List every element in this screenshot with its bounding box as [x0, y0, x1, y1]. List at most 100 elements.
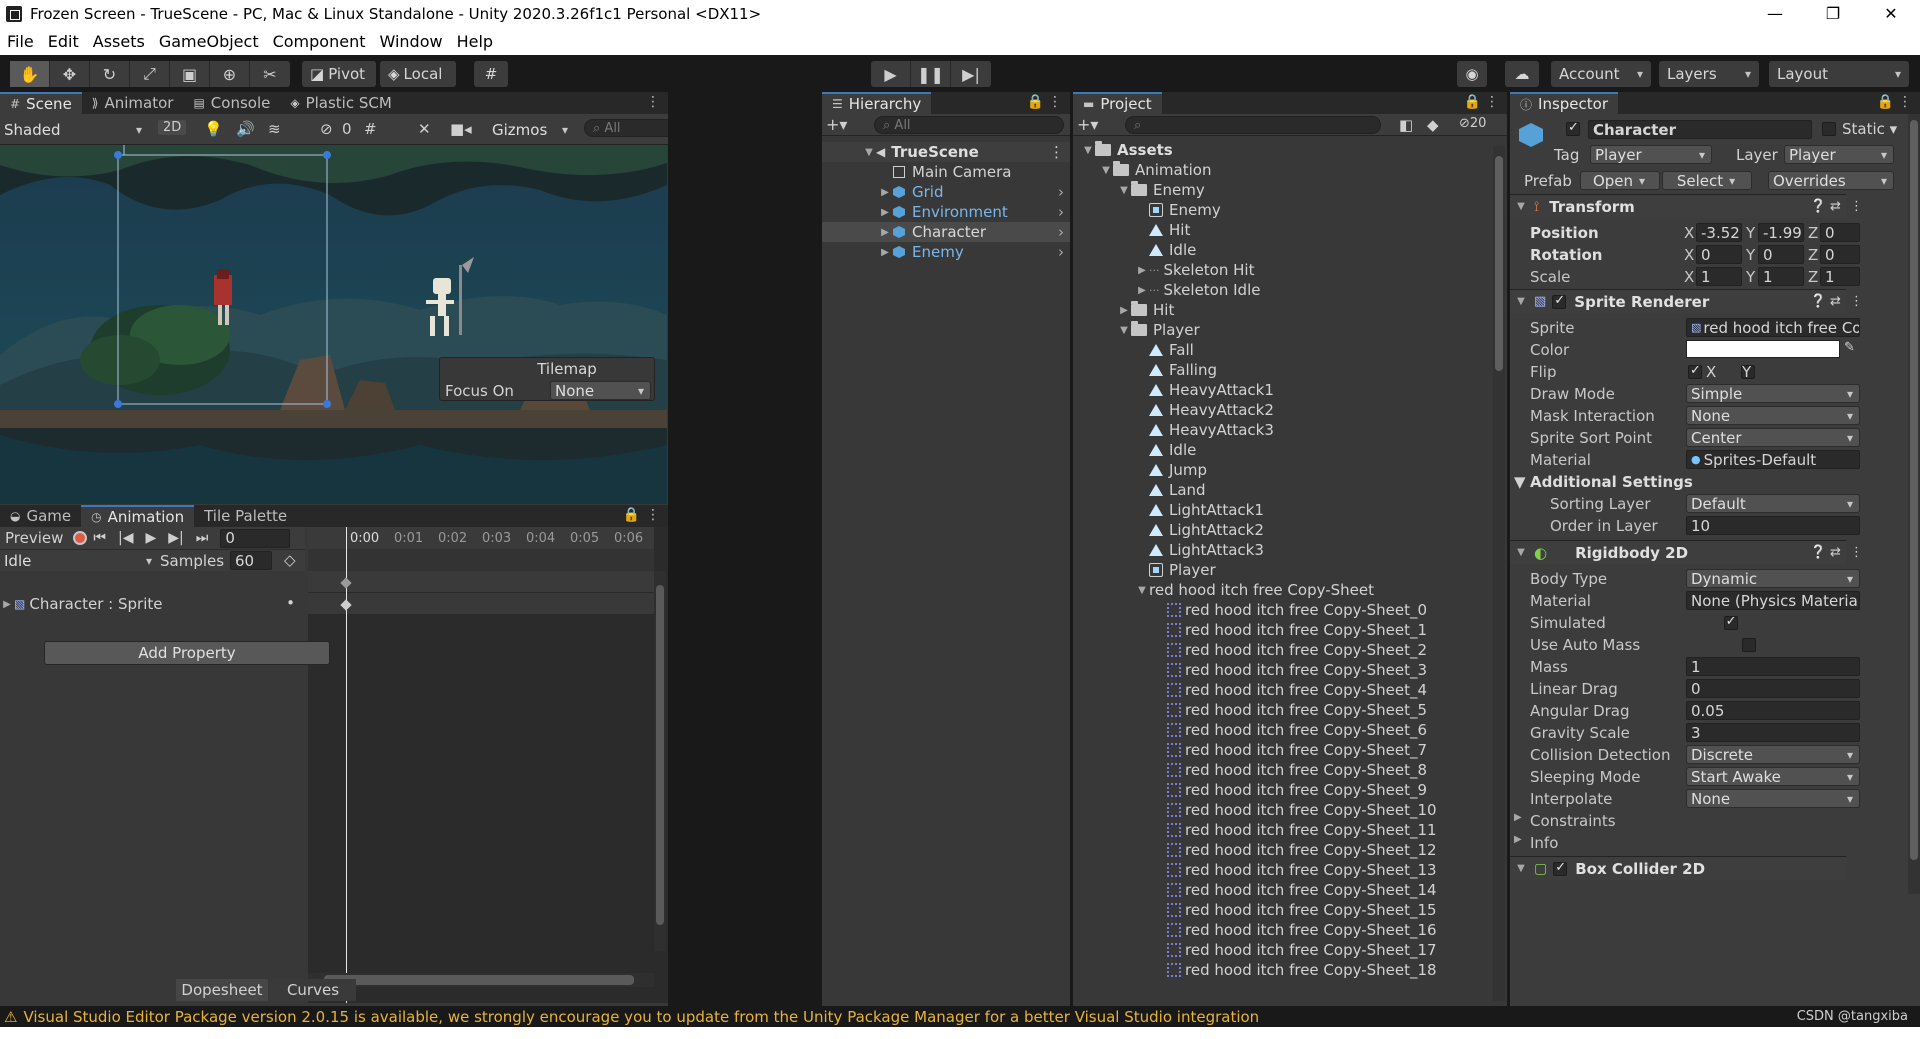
constraints-foldout[interactable]: Constraints	[1530, 812, 1616, 830]
remove-property-icon[interactable]: •	[286, 594, 295, 612]
project-item[interactable]: ▼ Player	[1073, 320, 1507, 340]
collapse-arrow-icon[interactable]: ▼	[1514, 473, 1526, 491]
scale-z-field[interactable]: 1	[1820, 267, 1860, 286]
project-item[interactable]: LightAttack1	[1073, 500, 1507, 520]
timeline-area[interactable]: 0:00 0:01 0:02 0:03 0:04 0:05 0:06	[308, 527, 668, 1003]
select-prefab-button[interactable]: Select	[1662, 171, 1752, 190]
project-item[interactable]: ▼ Animation	[1073, 160, 1507, 180]
project-item[interactable]: ▼ Enemy	[1073, 180, 1507, 200]
local-toggle[interactable]: ◈ Local	[380, 61, 456, 87]
expand-arrow-icon[interactable]: ▶	[878, 207, 892, 218]
lock-icon[interactable]: 🔒	[623, 507, 640, 523]
project-item[interactable]: ▶ Hit	[1073, 300, 1507, 320]
hierarchy-item-main-camera[interactable]: Main Camera	[822, 162, 1070, 182]
angular-drag-field[interactable]: 0.05	[1686, 701, 1860, 720]
timeline-vscroll[interactable]	[654, 571, 666, 951]
scale-y-field[interactable]: 1	[1758, 267, 1804, 286]
project-item[interactable]: LightAttack3	[1073, 540, 1507, 560]
menu-help[interactable]: Help	[457, 32, 493, 51]
camera-icon[interactable]: ■◂	[450, 120, 472, 138]
sorting-layer-dropdown[interactable]: Default	[1686, 494, 1860, 513]
cloud-button[interactable]: ☁	[1505, 61, 1539, 87]
mass-field[interactable]: 1	[1686, 657, 1860, 676]
scene-search-input[interactable]: ⌕ All	[584, 119, 668, 137]
project-vscroll[interactable]	[1493, 146, 1505, 1001]
mode-2d-toggle[interactable]: 2D	[158, 120, 187, 135]
project-item[interactable]: red hood itch free Copy-Sheet_1	[1073, 620, 1507, 640]
kebab-menu-icon[interactable]: ⋮	[1485, 94, 1499, 110]
minimize-button[interactable]: —	[1746, 0, 1804, 28]
add-property-button[interactable]: Add Property	[44, 641, 330, 665]
preview-toggle[interactable]: Preview	[5, 529, 63, 547]
position-x-field[interactable]: -3.52	[1696, 223, 1742, 242]
lock-icon[interactable]: 🔒	[1464, 94, 1481, 110]
add-keyframe-icon[interactable]: ◇	[284, 551, 296, 569]
curves-tab[interactable]: Curves	[270, 979, 356, 1001]
simulated-checkbox[interactable]	[1723, 614, 1738, 630]
preset-icon[interactable]: ⇄	[1830, 199, 1841, 214]
collapse-arrow-icon[interactable]: ▼	[1099, 165, 1113, 176]
focus-on-dropdown[interactable]: None	[550, 381, 651, 400]
project-item[interactable]: ▼ red hood itch free Copy-Sheet	[1073, 580, 1507, 600]
pivot-toggle[interactable]: ◪ Pivot	[302, 61, 376, 87]
project-item[interactable]: Land	[1073, 480, 1507, 500]
collab-button[interactable]: ◉	[1457, 61, 1487, 87]
play-button[interactable]: ▶	[871, 61, 911, 87]
menu-assets[interactable]: Assets	[93, 32, 145, 51]
open-prefab-button[interactable]: Open	[1580, 171, 1660, 190]
static-checkbox[interactable]	[1822, 122, 1836, 136]
gravity-scale-field[interactable]: 3	[1686, 723, 1860, 742]
scene-row[interactable]: ▼ ◀ TrueScene ⋮	[822, 142, 1070, 162]
open-prefab-chevron-icon[interactable]: ›	[1058, 223, 1064, 241]
collapse-arrow-icon[interactable]: ▼	[1117, 325, 1131, 336]
hierarchy-item-enemy[interactable]: ▶ Enemy ›	[822, 242, 1070, 262]
box-collider-enabled-checkbox[interactable]	[1553, 860, 1568, 876]
menu-gameobject[interactable]: GameObject	[159, 32, 259, 51]
help-icon[interactable]: ❔	[1810, 199, 1826, 214]
project-item[interactable]: red hood itch free Copy-Sheet_9	[1073, 780, 1507, 800]
position-z-field[interactable]: 0	[1820, 223, 1860, 242]
collapse-arrow-icon[interactable]: ▼	[1117, 185, 1131, 196]
playhead[interactable]	[346, 527, 347, 1003]
maximize-button[interactable]: ❐	[1804, 0, 1862, 28]
open-prefab-chevron-icon[interactable]: ›	[1058, 203, 1064, 221]
expand-arrow-icon[interactable]: ▶	[878, 247, 892, 258]
sprite-renderer-header[interactable]: ▼ ▧ Sprite Renderer ❔ ⇄ ⋮	[1510, 289, 1863, 313]
scene-menu-icon[interactable]: ⋮	[1049, 143, 1064, 161]
position-y-field[interactable]: -1.99	[1758, 223, 1804, 242]
move-tool-icon[interactable]: ✥	[50, 61, 90, 87]
next-frame-icon[interactable]: ▶|	[168, 530, 183, 546]
hierarchy-search-input[interactable]: ⌕ All	[874, 116, 1064, 134]
prev-frame-icon[interactable]: |◀	[118, 530, 133, 546]
material-field[interactable]: ● Sprites-Default	[1686, 450, 1860, 469]
info-foldout[interactable]: Info	[1530, 834, 1558, 852]
project-item[interactable]: red hood itch free Copy-Sheet_4	[1073, 680, 1507, 700]
overrides-dropdown[interactable]: Overrides	[1768, 171, 1894, 190]
project-item[interactable]: red hood itch free Copy-Sheet_2	[1073, 640, 1507, 660]
body-type-dropdown[interactable]: Dynamic	[1686, 569, 1860, 588]
lighting-icon[interactable]: 💡	[204, 120, 223, 138]
interpolate-dropdown[interactable]: None	[1686, 789, 1860, 808]
use-auto-mass-checkbox[interactable]	[1742, 638, 1757, 652]
project-item[interactable]: LightAttack2	[1073, 520, 1507, 540]
linear-drag-field[interactable]: 0	[1686, 679, 1860, 698]
transform-tool-icon[interactable]: ⊕	[210, 61, 250, 87]
open-prefab-chevron-icon[interactable]: ›	[1058, 243, 1064, 261]
help-icon[interactable]: ❔	[1810, 294, 1826, 309]
hidden-packages-toggle[interactable]: ⊘20	[1459, 116, 1486, 131]
first-frame-icon[interactable]: ⏮	[93, 530, 106, 546]
rb-material-field[interactable]: None (Physics Material 2D	[1686, 591, 1860, 610]
custom-tool-icon[interactable]: ✂	[250, 61, 290, 87]
menu-edit[interactable]: Edit	[48, 32, 79, 51]
preset-icon[interactable]: ⇄	[1830, 294, 1841, 309]
expand-arrow-icon[interactable]: ▶	[1135, 285, 1149, 296]
tab-game[interactable]: ◒ Game	[0, 505, 81, 527]
scale-x-field[interactable]: 1	[1696, 267, 1742, 286]
sprite-renderer-enabled-checkbox[interactable]	[1552, 293, 1567, 309]
project-item[interactable]: red hood itch free Copy-Sheet_0	[1073, 600, 1507, 620]
order-in-layer-field[interactable]: 10	[1686, 516, 1860, 535]
static-dropdown[interactable]: Static ▾	[1842, 120, 1897, 138]
project-item[interactable]: red hood itch free Copy-Sheet_7	[1073, 740, 1507, 760]
effects-icon[interactable]: ≋	[268, 120, 281, 138]
open-prefab-chevron-icon[interactable]: ›	[1058, 183, 1064, 201]
